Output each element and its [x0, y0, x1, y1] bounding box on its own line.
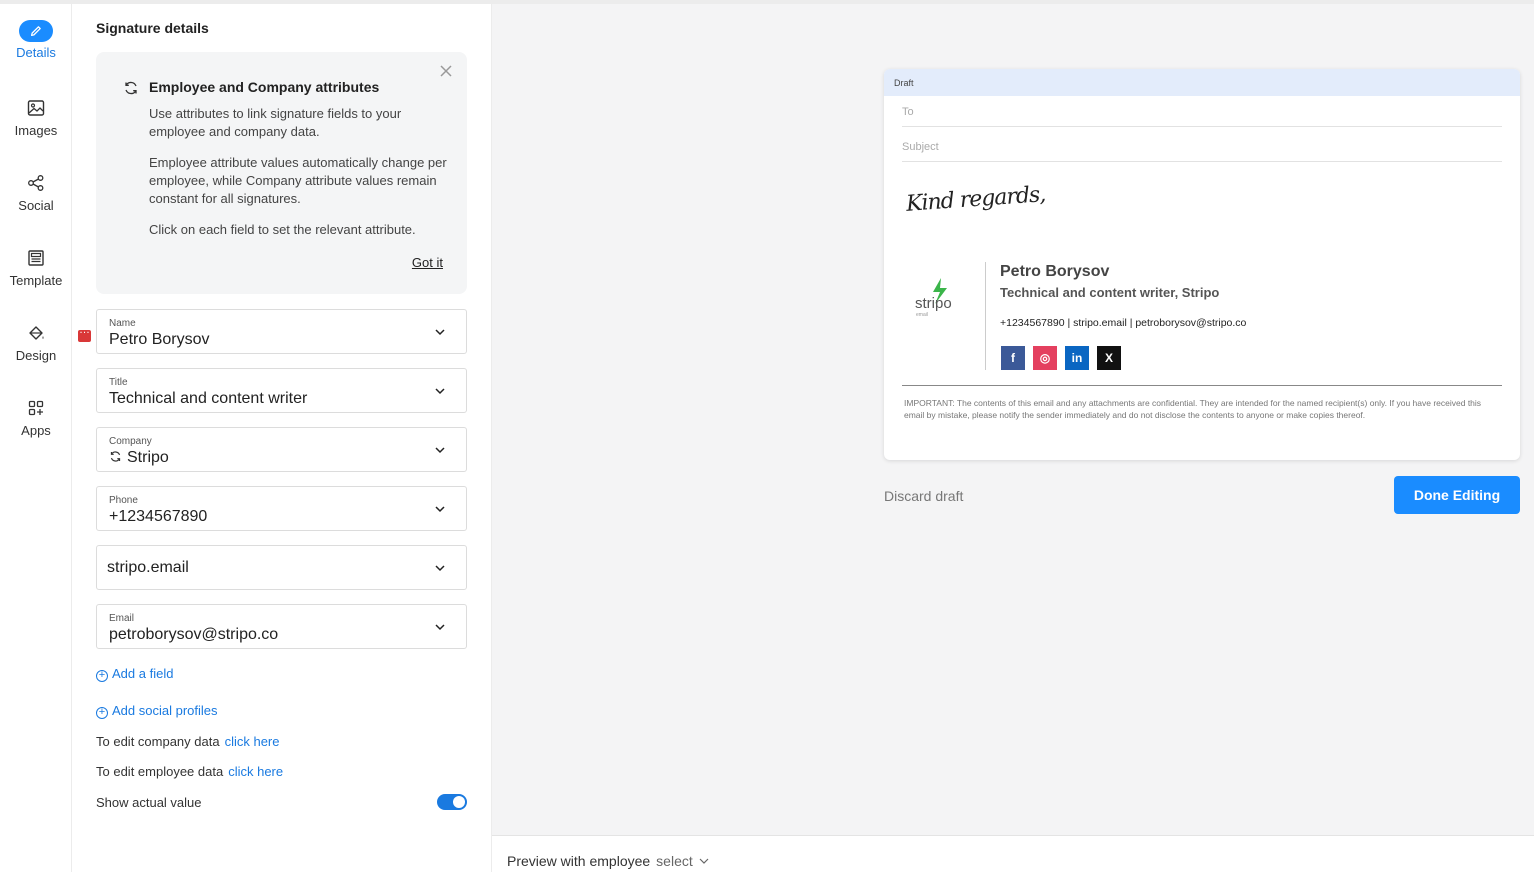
nav-label: Design: [15, 348, 57, 363]
plus-circle-icon: +: [96, 707, 108, 719]
add-social-label: Add social profiles: [112, 703, 218, 718]
edit-company-link[interactable]: click here: [225, 734, 280, 749]
disclaimer-text: IMPORTANT: The contents of this email an…: [904, 398, 1482, 420]
signature-contacts: +1234567890 | stripo.email | petroboryso…: [1000, 317, 1247, 329]
chevron-down-icon: [435, 565, 445, 572]
nav-item-template[interactable]: Template: [0, 246, 72, 306]
info-text: Employee attribute values automatically …: [149, 155, 447, 206]
field-label: Company: [109, 436, 152, 447]
edit-employee-link[interactable]: click here: [228, 764, 283, 779]
show-actual-value-row: Show actual value: [96, 794, 467, 812]
got-it-link[interactable]: Got it: [412, 255, 443, 270]
nav-label: Apps: [21, 423, 51, 438]
preview-employee-label: Preview with employee: [507, 853, 651, 869]
field-label: Name: [109, 318, 136, 329]
edit-company-row: To edit company data click here: [96, 734, 280, 749]
field-value: Stripo: [127, 449, 169, 466]
preview-area: Draft To Subject Kind regards, stripo em…: [492, 4, 1534, 835]
logo-subtext: email: [916, 312, 928, 318]
more-options-badge[interactable]: [78, 324, 91, 342]
email-field[interactable]: Email petroborysov@stripo.co: [96, 604, 467, 649]
image-icon: [19, 96, 53, 120]
company-field[interactable]: Company Stripo: [96, 427, 467, 472]
nav-item-details[interactable]: Details: [0, 20, 72, 80]
preview-employee-row: Preview with employee select: [507, 853, 709, 869]
share-icon: [19, 171, 53, 195]
nav-item-images[interactable]: Images: [0, 96, 72, 156]
plus-circle-icon: +: [96, 670, 108, 682]
chevron-down-icon[interactable]: [699, 856, 709, 866]
x-icon[interactable]: X: [1097, 346, 1121, 370]
chevron-down-icon: [435, 506, 445, 513]
panel-title: Signature details: [96, 20, 209, 36]
signature-title: Technical and content writer, Stripo: [1000, 285, 1220, 300]
employee-select[interactable]: select: [656, 853, 693, 869]
logo-text: stripo: [915, 295, 952, 312]
field-value: petroborysov@stripo.co: [109, 626, 279, 643]
field-value-wrap: Stripo: [109, 449, 169, 467]
chevron-down-icon: [435, 624, 445, 631]
signature-divider: [985, 262, 986, 370]
field-value: Petro Borysov: [109, 331, 210, 348]
field-label: Phone: [109, 495, 138, 506]
title-field[interactable]: Title Technical and content writer: [96, 368, 467, 413]
nav-label: Social: [18, 198, 54, 213]
sync-icon: [110, 451, 121, 462]
name-field[interactable]: Name Petro Borysov: [96, 309, 467, 354]
field-label: Email: [109, 613, 135, 624]
signature-name: Petro Borysov: [1000, 263, 1110, 280]
add-social-profiles-link[interactable]: + Add social profiles: [96, 703, 218, 719]
chevron-down-icon: [435, 447, 445, 454]
done-editing-button[interactable]: Done Editing: [1394, 476, 1520, 514]
nav-item-social[interactable]: Social: [0, 171, 72, 231]
info-title: Employee and Company attributes: [149, 79, 380, 95]
attributes-info-card: Employee and Company attributes Use attr…: [96, 52, 467, 294]
nav-label: Details: [16, 45, 56, 60]
show-actual-value-toggle[interactable]: [437, 794, 467, 810]
left-nav-rail: Details Images Social Template Design Ap…: [0, 4, 72, 872]
info-text: Click on each field to set the relevant …: [149, 222, 416, 237]
website-field[interactable]: stripo.email: [96, 545, 467, 590]
closing-signature-text: Kind regards,: [905, 182, 1047, 217]
discard-draft-button[interactable]: Discard draft: [884, 488, 963, 504]
signature-details-panel: Signature details Employee and Company a…: [72, 4, 492, 872]
field-value: stripo.email: [107, 559, 189, 576]
apps-grid-icon: [19, 396, 53, 420]
pencil-icon: [19, 20, 53, 42]
add-field-label: Add a field: [112, 666, 174, 681]
chevron-down-icon: [435, 329, 445, 336]
edit-employee-text: To edit employee data: [96, 764, 224, 779]
field-value: Technical and content writer: [109, 390, 308, 407]
nav-label: Template: [9, 273, 63, 288]
show-actual-value-label: Show actual value: [96, 795, 202, 810]
phone-field[interactable]: Phone +1234567890: [96, 486, 467, 531]
subject-field[interactable]: Subject: [902, 141, 1502, 162]
field-label: Title: [109, 377, 128, 388]
info-text: Use attributes to link signature fields …: [149, 106, 402, 139]
close-icon[interactable]: [439, 64, 453, 78]
chevron-down-icon: [435, 388, 445, 395]
paint-bucket-icon: [19, 321, 53, 345]
email-draft-card: Draft To Subject Kind regards, stripo em…: [884, 69, 1520, 460]
sync-icon: [125, 81, 137, 95]
edit-employee-row: To edit employee data click here: [96, 764, 283, 779]
nav-item-apps[interactable]: Apps: [0, 396, 72, 456]
disclaimer-divider: [902, 385, 1502, 386]
add-field-link[interactable]: + Add a field: [96, 666, 173, 682]
linkedin-icon[interactable]: in: [1065, 346, 1089, 370]
to-field[interactable]: To: [902, 106, 1502, 127]
preview-employee-bar: Preview with employee select: [492, 835, 1534, 872]
draft-header: Draft: [884, 69, 1520, 96]
instagram-icon[interactable]: ◎: [1033, 346, 1057, 370]
edit-company-text: To edit company data: [96, 734, 220, 749]
nav-label: Images: [14, 123, 58, 138]
template-icon: [19, 246, 53, 270]
facebook-icon[interactable]: f: [1001, 346, 1025, 370]
stripo-logo: stripo email: [915, 278, 952, 318]
field-value: +1234567890: [109, 508, 208, 525]
nav-item-design[interactable]: Design: [0, 321, 72, 381]
